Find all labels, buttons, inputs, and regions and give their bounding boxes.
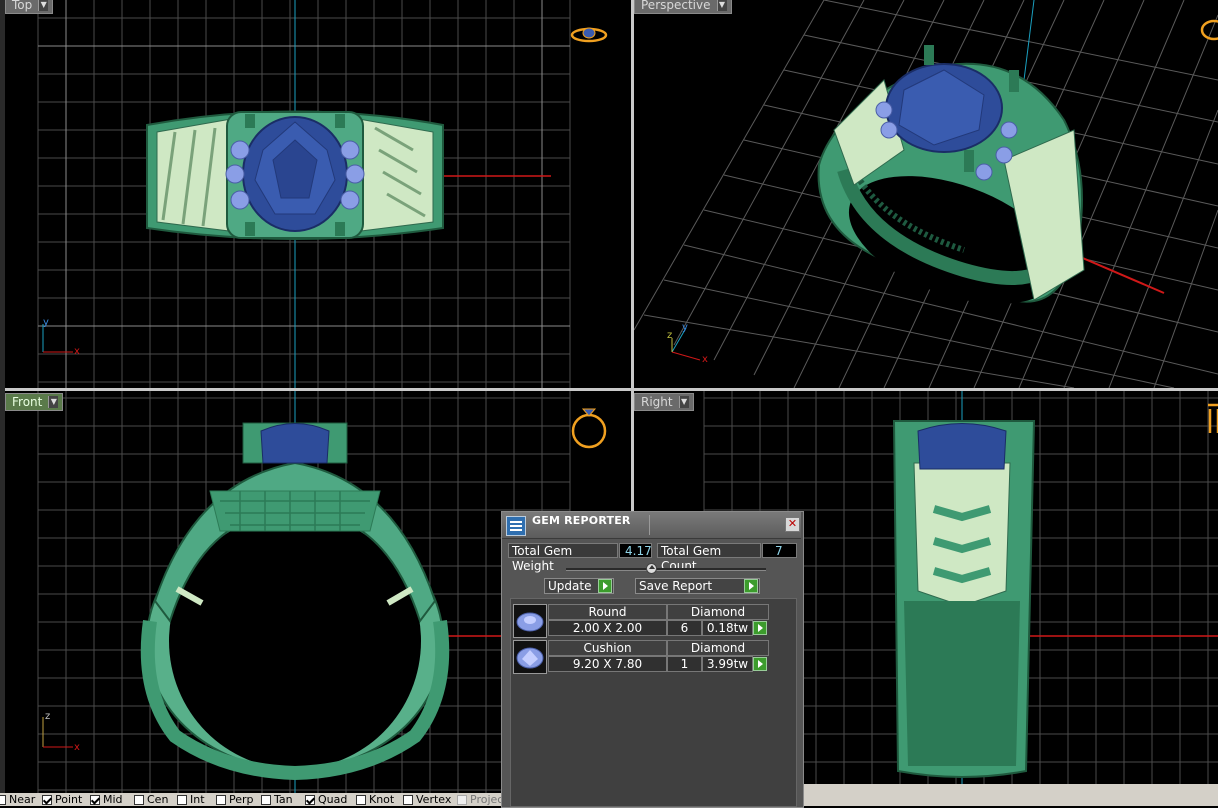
axis-label-x: x <box>74 346 80 357</box>
osnap-near[interactable]: Near <box>0 794 35 805</box>
osnap-vertex[interactable]: Vertex <box>403 794 451 805</box>
viewport-label-right: Right <box>641 395 673 409</box>
osnap-label: Knot <box>369 793 395 806</box>
gem-list: Round Diamond 2.00 X 2.00 6 0.18tw Cushi… <box>510 598 797 807</box>
gem-reporter-title: GEM REPORTER <box>532 514 631 527</box>
osnap-mid[interactable]: Mid <box>90 794 123 805</box>
gem-reporter-panel[interactable]: GEM REPORTER ✕ Total Gem Weight 4.17 Tot… <box>501 511 804 808</box>
axis-label-x: x <box>702 354 708 362</box>
gem-weight: 0.18tw <box>702 620 753 636</box>
tab-front-viewport[interactable]: Front ▼ <box>5 393 64 411</box>
gem-count: 1 <box>667 656 702 672</box>
checkbox[interactable] <box>356 794 366 805</box>
checkbox[interactable] <box>177 794 187 805</box>
checkbox[interactable] <box>457 794 467 805</box>
axis-label-z: z <box>45 711 50 722</box>
gem-size: 9.20 X 7.80 <box>548 656 667 672</box>
ring-front-thumbnail-icon <box>571 408 607 449</box>
axis-label-y: y <box>682 322 688 333</box>
update-button[interactable]: Update <box>544 578 614 594</box>
checkbox[interactable] <box>261 794 271 805</box>
osnap-perp[interactable]: Perp <box>216 794 254 805</box>
total-gem-weight-value: 4.17 <box>619 543 652 558</box>
title-divider <box>649 515 650 535</box>
gem-size: 2.00 X 2.00 <box>548 620 667 636</box>
axis-widget-front: zx <box>42 711 80 751</box>
gem-shape: Cushion <box>548 640 667 656</box>
gem-row[interactable]: Cushion Diamond 9.20 X 7.80 1 3.99tw <box>513 640 769 674</box>
axis-label-y: y <box>43 318 49 328</box>
osnap-label: Cen <box>147 793 169 806</box>
osnap-label: Point <box>55 793 83 806</box>
gem-row[interactable]: Round Diamond 2.00 X 2.00 6 0.18tw <box>513 604 769 638</box>
tab-perspective-viewport[interactable]: Perspective ▼ <box>634 0 732 14</box>
close-icon[interactable]: ✕ <box>785 517 800 532</box>
checkbox[interactable] <box>90 794 100 805</box>
osnap-label: Perp <box>229 793 254 806</box>
osnap-label: Quad <box>318 793 348 806</box>
viewport-perspective[interactable]: y x z Perspective ▼ <box>634 0 1218 388</box>
total-gem-count-value: 7 <box>762 543 797 558</box>
gem-reporter-app-icon <box>506 516 526 536</box>
round-gem-icon <box>513 604 547 638</box>
osnap-quad[interactable]: Quad <box>305 794 347 805</box>
checkbox[interactable] <box>305 794 315 805</box>
gem-weight: 3.99tw <box>702 656 753 672</box>
ring-top-thumbnail-icon <box>570 27 608 43</box>
axis-widget-perspective: y x z <box>667 322 708 362</box>
save-report-button[interactable]: Save Report <box>635 578 760 594</box>
chevron-down-icon[interactable]: ▼ <box>678 396 689 408</box>
panel-splitter-track <box>566 568 766 571</box>
viewport-top[interactable]: yx Top ▼ <box>5 0 631 388</box>
ring-right-thumbnail-icon <box>1208 403 1218 433</box>
viewport-label-front: Front <box>12 395 43 409</box>
cushion-gem-icon <box>513 640 547 674</box>
osnap-point[interactable]: Point <box>42 794 82 805</box>
osnap-label: Near <box>9 793 36 806</box>
osnap-label: Vertex <box>416 793 452 806</box>
tab-right-viewport[interactable]: Right ▼ <box>634 393 694 411</box>
checkbox[interactable] <box>134 794 144 805</box>
osnap-cen[interactable]: Cen <box>134 794 168 805</box>
viewport-divider-horizontal[interactable] <box>0 388 1218 391</box>
gem-type: Diamond <box>667 604 769 620</box>
axis-label-x: x <box>74 742 80 751</box>
ring-top-view <box>146 110 444 240</box>
osnap-label: Tan <box>274 793 293 806</box>
update-button-label: Update <box>548 579 592 593</box>
checkbox[interactable] <box>42 794 52 805</box>
gem-count: 6 <box>667 620 702 636</box>
gem-shape: Round <box>548 604 667 620</box>
osnap-label: Mid <box>103 793 123 806</box>
total-gem-weight-label: Total Gem Weight <box>508 543 618 573</box>
viewport-label-perspective: Perspective <box>641 0 711 12</box>
gem-reporter-titlebar[interactable]: GEM REPORTER ✕ <box>502 512 801 539</box>
axis-label-z: z <box>667 330 672 341</box>
save-report-button-label: Save Report <box>639 579 713 593</box>
checkbox[interactable] <box>403 794 413 805</box>
osnap-int[interactable]: Int <box>177 794 205 805</box>
play-arrow-icon <box>598 579 612 593</box>
osnap-label: Int <box>190 793 205 806</box>
gem-select-arrow-icon[interactable] <box>753 621 767 635</box>
osnap-knot[interactable]: Knot <box>356 794 394 805</box>
tab-top-viewport[interactable]: Top ▼ <box>5 0 54 14</box>
checkbox[interactable] <box>0 794 6 805</box>
gem-select-arrow-icon[interactable] <box>753 657 767 671</box>
ring-perspective-view <box>817 45 1085 304</box>
axis-widget-top: yx <box>42 318 80 357</box>
viewport-label-top: Top <box>12 0 33 12</box>
play-arrow-icon <box>744 579 758 593</box>
osnap-tan[interactable]: Tan <box>261 794 293 805</box>
checkbox[interactable] <box>216 794 226 805</box>
panel-splitter-knob[interactable] <box>646 563 657 574</box>
chevron-down-icon[interactable]: ▼ <box>38 0 49 11</box>
chevron-down-icon[interactable]: ▼ <box>716 0 727 11</box>
ring-perspective-thumbnail-icon <box>1200 19 1218 41</box>
gem-type: Diamond <box>667 640 769 656</box>
chevron-down-icon[interactable]: ▼ <box>48 396 59 408</box>
status-bar-filler <box>801 784 1218 806</box>
total-gem-count-label: Total Gem Count <box>657 543 761 573</box>
